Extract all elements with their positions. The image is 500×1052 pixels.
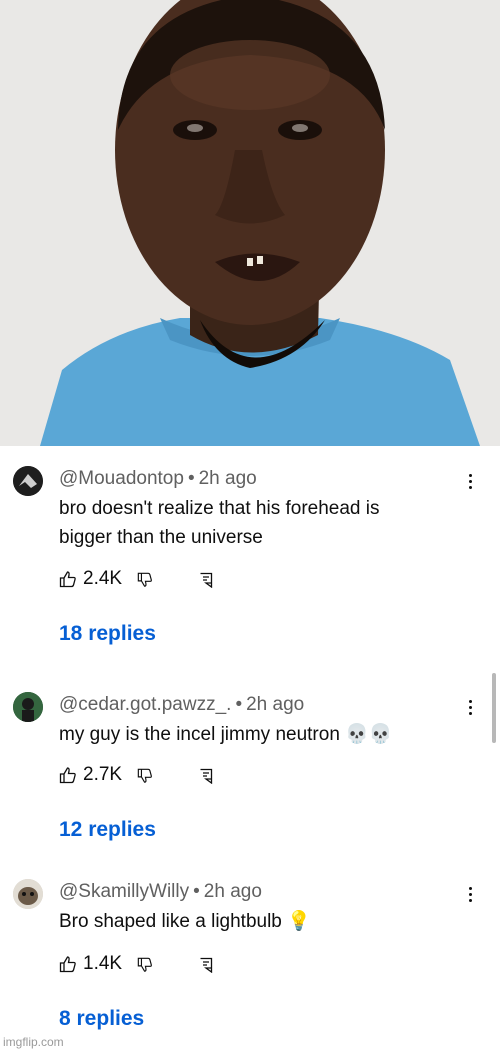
more-options-icon[interactable] bbox=[460, 468, 480, 494]
thumbs-up-icon[interactable] bbox=[59, 955, 77, 973]
reply-icon[interactable] bbox=[199, 572, 213, 588]
comment-author[interactable]: @SkamillyWilly bbox=[59, 881, 189, 902]
watermark: imgflip.com bbox=[3, 1035, 64, 1049]
comment-line: bro doesn't realize that his forehead is bbox=[59, 498, 380, 519]
thumbs-down-icon[interactable] bbox=[137, 768, 153, 784]
like-count: 2.4K bbox=[83, 568, 123, 589]
comment-actions: 1.4K bbox=[59, 951, 259, 977]
comment-meta: @Mouadontop • 2h ago bbox=[59, 468, 257, 490]
like-count: 2.7K bbox=[83, 764, 123, 785]
view-replies-link[interactable]: 8 replies bbox=[59, 1007, 144, 1031]
comment-text: my guy is the incel jimmy neutron 💀💀 bbox=[59, 720, 439, 749]
comment-meta: @SkamillyWilly • 2h ago bbox=[59, 881, 262, 903]
comment-author[interactable]: @cedar.got.pawzz_. bbox=[59, 694, 231, 715]
comment-text: bro doesn't realize that his forehead is… bbox=[59, 494, 439, 552]
comment-time: 2h ago bbox=[246, 694, 305, 715]
view-replies-link[interactable]: 18 replies bbox=[59, 622, 156, 646]
comment-author[interactable]: @Mouadontop bbox=[59, 468, 184, 489]
comment-text: Bro shaped like a lightbulb 💡 bbox=[59, 907, 439, 936]
reply-icon[interactable] bbox=[199, 957, 213, 973]
comment-time: 2h ago bbox=[198, 468, 257, 489]
avatar[interactable] bbox=[13, 879, 43, 909]
comment-actions: 2.4K bbox=[59, 566, 259, 592]
thumbs-down-icon[interactable] bbox=[137, 957, 153, 973]
meta-separator: • bbox=[187, 468, 195, 489]
scrollbar[interactable] bbox=[492, 673, 496, 743]
avatar[interactable] bbox=[13, 692, 43, 722]
thumbs-up-icon[interactable] bbox=[59, 570, 77, 588]
thumbs-up-icon[interactable] bbox=[59, 766, 77, 784]
comment-actions: 2.7K bbox=[59, 762, 259, 788]
thumbs-down-icon[interactable] bbox=[137, 572, 153, 588]
person-image bbox=[0, 0, 500, 446]
meta-separator: • bbox=[193, 881, 200, 902]
like-count: 1.4K bbox=[83, 953, 123, 974]
more-options-icon[interactable] bbox=[460, 694, 480, 720]
comment-line: my guy is the incel jimmy neutron 💀💀 bbox=[59, 724, 393, 745]
more-options-icon[interactable] bbox=[460, 881, 480, 907]
comment-meta: @cedar.got.pawzz_. • 2h ago bbox=[59, 694, 304, 716]
comment-time: 2h ago bbox=[203, 881, 262, 902]
avatar[interactable] bbox=[13, 466, 43, 496]
reply-icon[interactable] bbox=[199, 768, 213, 784]
comment-line: bigger than the universe bbox=[59, 527, 263, 548]
video-thumbnail[interactable] bbox=[0, 0, 500, 446]
view-replies-link[interactable]: 12 replies bbox=[59, 818, 156, 842]
meta-separator: • bbox=[235, 694, 243, 715]
comment-line: Bro shaped like a lightbulb 💡 bbox=[59, 911, 311, 932]
